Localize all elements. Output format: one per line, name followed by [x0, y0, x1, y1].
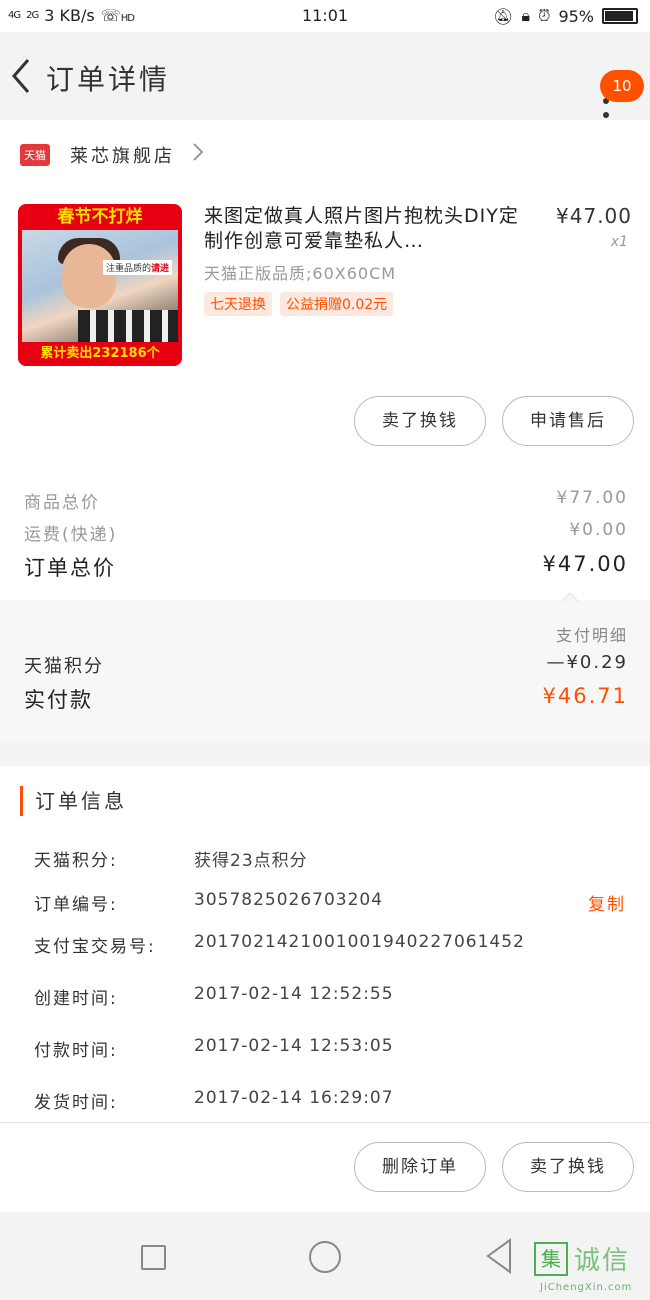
- payment-detail-link[interactable]: 支付明细: [556, 622, 628, 646]
- image-banner-top: 春节不打烊: [57, 207, 143, 227]
- mute-icon: 🔕︎: [493, 6, 514, 26]
- alarm-icon: ⏰︎: [537, 6, 551, 25]
- info-value: 2017-02-14 12:52:55: [194, 984, 394, 1004]
- divider: [0, 1122, 650, 1123]
- shipping-value: ¥0.00: [569, 520, 628, 540]
- product-spec: 天猫正版品质;60X60CM: [204, 264, 397, 283]
- watermark-url: JiChengXin.com: [540, 1282, 633, 1293]
- goods-total-label: 商品总价: [24, 493, 100, 513]
- order-card: 天猫 莱芯旗舰店 春节不打烊 注重品质的请进 累计卖出232186个 来图定做真…: [0, 120, 650, 742]
- copy-button[interactable]: 复制: [588, 890, 626, 915]
- back-arrow-icon[interactable]: [6, 54, 36, 98]
- delete-order-button[interactable]: 删除订单: [354, 1142, 486, 1192]
- recents-icon[interactable]: [141, 1245, 166, 1270]
- points-label: 天猫积分: [24, 656, 104, 677]
- chevron-right-icon: [191, 141, 205, 169]
- message-count-badge[interactable]: 10: [600, 70, 644, 102]
- info-label: 发货时间:: [34, 1093, 118, 1113]
- home-icon[interactable]: [309, 1241, 341, 1273]
- product-title[interactable]: 来图定做真人照片图片抱枕头DIY定制作创意可爱靠垫私人…: [204, 204, 524, 254]
- app-header: 订单详情 10: [0, 32, 650, 118]
- paid-value: ¥46.71: [542, 684, 628, 708]
- goods-total-value: ¥77.00: [556, 488, 628, 508]
- paid-row: 实付款 ¥46.71: [24, 684, 628, 714]
- charity-tag: 公益捐赠0.02元: [280, 292, 394, 316]
- clock: 11:01: [301, 6, 349, 25]
- return-policy-tag: 七天退换: [204, 292, 272, 316]
- points-value: —¥0.29: [546, 652, 628, 673]
- order-total-row: 订单总价 ¥47.00: [24, 552, 628, 582]
- product-tags: 七天退换 公益捐赠0.02元: [204, 292, 394, 316]
- pillow-photo: 注重品质的请进: [22, 230, 178, 342]
- system-nav-bar: 集 诚信 JiChengXin.com: [0, 1214, 650, 1300]
- info-value: 3057825026703204: [194, 890, 384, 910]
- image-tag: 注重品质的请进: [102, 260, 172, 275]
- watermark-logo: 集 诚信: [534, 1240, 630, 1277]
- product-quantity: x1: [610, 234, 628, 250]
- order-total-value: ¥47.00: [542, 552, 628, 576]
- image-banner-bottom: 累计卖出232186个: [40, 346, 160, 361]
- order-info-title: 订单信息: [20, 786, 127, 816]
- status-bar: 4G 2G 3 KB/s ☏HD 11:01 🔕︎ 🔒︎ ⏰︎ 95%: [0, 0, 650, 32]
- shop-link[interactable]: 天猫 莱芯旗舰店: [20, 140, 205, 170]
- battery-icon: [602, 8, 638, 24]
- info-value: 2017021421001001940227061452: [194, 932, 525, 952]
- product-image[interactable]: 春节不打烊 注重品质的请进 累计卖出232186个: [18, 204, 182, 366]
- info-label: 支付宝交易号:: [34, 937, 156, 957]
- shipping-label: 运费(快递): [24, 525, 118, 545]
- lock-rotation-icon: 🔒︎: [521, 6, 530, 25]
- paid-label: 实付款: [24, 688, 93, 712]
- sell-button[interactable]: 卖了换钱: [354, 396, 486, 446]
- info-value: 获得23点积分: [194, 851, 308, 871]
- product-price: ¥47.00: [556, 204, 632, 228]
- info-label: 创建时间:: [34, 989, 118, 1009]
- payment-box: 支付明细 天猫积分 —¥0.29 实付款 ¥46.71: [0, 600, 650, 742]
- order-info-card: 订单信息 天猫积分: 获得23点积分 订单编号: 305782502670320…: [0, 766, 650, 1212]
- info-label: 天猫积分:: [34, 851, 118, 871]
- back-nav-icon[interactable]: [484, 1236, 514, 1276]
- page-title: 订单详情: [46, 63, 171, 96]
- battery-percent: 95%: [558, 6, 594, 26]
- info-label: 订单编号:: [34, 895, 118, 915]
- points-row: 天猫积分 —¥0.29: [24, 652, 628, 678]
- after-sale-button[interactable]: 申请售后: [502, 396, 634, 446]
- shop-name: 莱芯旗舰店: [70, 146, 175, 167]
- info-label: 付款时间:: [34, 1041, 118, 1061]
- sell-button-bottom[interactable]: 卖了换钱: [502, 1142, 634, 1192]
- order-total-label: 订单总价: [24, 556, 116, 580]
- info-value: 2017-02-14 12:53:05: [194, 1036, 394, 1056]
- info-value: 2017-02-14 16:29:07: [194, 1088, 394, 1108]
- goods-total-row: 商品总价 ¥77.00: [24, 488, 628, 513]
- tmall-logo: 天猫: [20, 144, 50, 166]
- shipping-row: 运费(快递) ¥0.00: [24, 520, 628, 545]
